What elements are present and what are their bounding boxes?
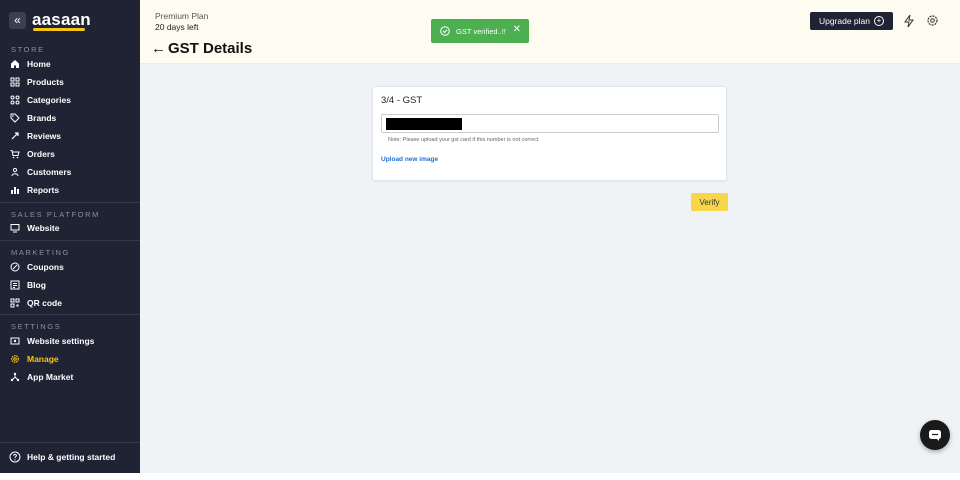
- sidebar-divider: [0, 442, 140, 443]
- success-toast: GST verified..!! ✕: [431, 19, 529, 43]
- top-bar: Premium Plan 20 days left ← GST Details …: [140, 0, 960, 64]
- sidebar-divider: [0, 314, 140, 315]
- upload-new-image-link[interactable]: Upload new image: [381, 156, 438, 163]
- plus-circle-icon: +: [874, 16, 885, 26]
- sidebar-item-coupons[interactable]: Coupons: [9, 259, 134, 275]
- section-label-sales-platform: SALES PLATFORM: [11, 210, 100, 219]
- lightning-icon[interactable]: [903, 14, 915, 28]
- upgrade-plan-button[interactable]: Upgrade plan +: [810, 12, 893, 30]
- section-label-store: STORE: [11, 45, 45, 54]
- section-label-marketing: MARKETING: [11, 248, 70, 257]
- section-label-settings: SETTINGS: [11, 322, 62, 331]
- sidebar-item-label: Website settings: [27, 336, 95, 346]
- logo-underline: [33, 28, 85, 31]
- sidebar-item-label: Coupons: [27, 262, 64, 272]
- sidebar-item-blog[interactable]: Blog: [9, 277, 134, 293]
- grid-icon: [9, 76, 21, 88]
- sidebar-item-app-market[interactable]: App Market: [9, 369, 134, 385]
- sidebar-item-manage[interactable]: Manage: [9, 351, 134, 367]
- sidebar-divider: [0, 240, 140, 241]
- back-arrow-icon[interactable]: ←: [151, 40, 166, 57]
- sidebar-item-reports[interactable]: Reports: [9, 182, 134, 198]
- sidebar-item-brands[interactable]: Brands: [9, 110, 134, 126]
- sidebar-item-website-settings[interactable]: Website settings: [9, 333, 134, 349]
- tag-icon: [9, 112, 21, 124]
- logo[interactable]: aasaan: [32, 10, 91, 30]
- check-circle-icon: [440, 26, 450, 36]
- gst-note: Note: Please upload your gst card if thi…: [388, 137, 539, 143]
- coupon-icon: [9, 261, 21, 273]
- sidebar-item-label: QR code: [27, 298, 62, 308]
- help-label: Help & getting started: [27, 452, 116, 462]
- card-title: 3/4 - GST: [381, 95, 423, 106]
- sidebar-item-label: Home: [27, 59, 51, 69]
- sidebar-item-customers[interactable]: Customers: [9, 164, 134, 180]
- categories-icon: [9, 94, 21, 106]
- gst-number-field[interactable]: [381, 114, 719, 133]
- settings-gear-icon[interactable]: [926, 14, 939, 27]
- sidebar-item-label: App Market: [27, 372, 74, 382]
- sidebar-item-label: Brands: [27, 113, 57, 123]
- plan-name: Premium Plan: [155, 11, 209, 21]
- sidebar-item-website[interactable]: Website: [9, 220, 134, 236]
- sidebar-item-label: Reviews: [27, 131, 62, 141]
- cart-icon: [9, 148, 21, 160]
- reviews-icon: [9, 130, 21, 142]
- sidebar-item-orders[interactable]: Orders: [9, 146, 134, 162]
- brand: « aasaan: [0, 0, 140, 38]
- collapse-sidebar-button[interactable]: «: [9, 12, 26, 29]
- sidebar: « aasaan STORE Home Products Categories …: [0, 0, 140, 473]
- plan-days-left: 20 days left: [155, 22, 199, 32]
- upgrade-plan-label: Upgrade plan: [818, 16, 871, 26]
- redacted-gst-value: [386, 118, 462, 130]
- toast-message: GST verified..!!: [456, 26, 506, 36]
- website-settings-icon: [9, 335, 21, 347]
- app-market-icon: [9, 371, 21, 383]
- monitor-icon: [9, 222, 21, 234]
- sidebar-item-reviews[interactable]: Reviews: [9, 128, 134, 144]
- sidebar-item-products[interactable]: Products: [9, 74, 134, 90]
- home-icon: [9, 58, 21, 70]
- help-link[interactable]: Help & getting started: [9, 451, 115, 463]
- blog-icon: [9, 279, 21, 291]
- sidebar-item-label: Customers: [27, 167, 72, 177]
- sidebar-divider: [0, 202, 140, 203]
- sidebar-item-label: Orders: [27, 149, 55, 159]
- sidebar-item-label: Reports: [27, 185, 60, 195]
- chat-button[interactable]: [920, 420, 950, 450]
- qr-icon: [9, 297, 21, 309]
- gst-card: 3/4 - GST Note: Please upload your gst c…: [372, 86, 727, 181]
- users-icon: [9, 166, 21, 178]
- verify-button[interactable]: Verify: [691, 193, 728, 211]
- chat-icon: [929, 430, 941, 441]
- sidebar-item-label: Products: [27, 77, 64, 87]
- main-content: 3/4 - GST Note: Please upload your gst c…: [140, 64, 960, 473]
- gear-icon: [9, 353, 21, 365]
- close-icon[interactable]: ✕: [513, 25, 521, 35]
- sidebar-item-home[interactable]: Home: [9, 56, 134, 72]
- sidebar-item-label: Blog: [27, 280, 46, 290]
- sidebar-item-categories[interactable]: Categories: [9, 92, 134, 108]
- sidebar-item-qr-code[interactable]: QR code: [9, 295, 134, 311]
- bar-chart-icon: [9, 184, 21, 196]
- page-title: GST Details: [168, 40, 253, 57]
- help-icon: [9, 451, 21, 463]
- app-root: « aasaan STORE Home Products Categories …: [0, 0, 960, 480]
- sidebar-item-label: Categories: [27, 95, 71, 105]
- sidebar-item-label: Website: [27, 223, 60, 233]
- sidebar-item-label: Manage: [27, 354, 59, 364]
